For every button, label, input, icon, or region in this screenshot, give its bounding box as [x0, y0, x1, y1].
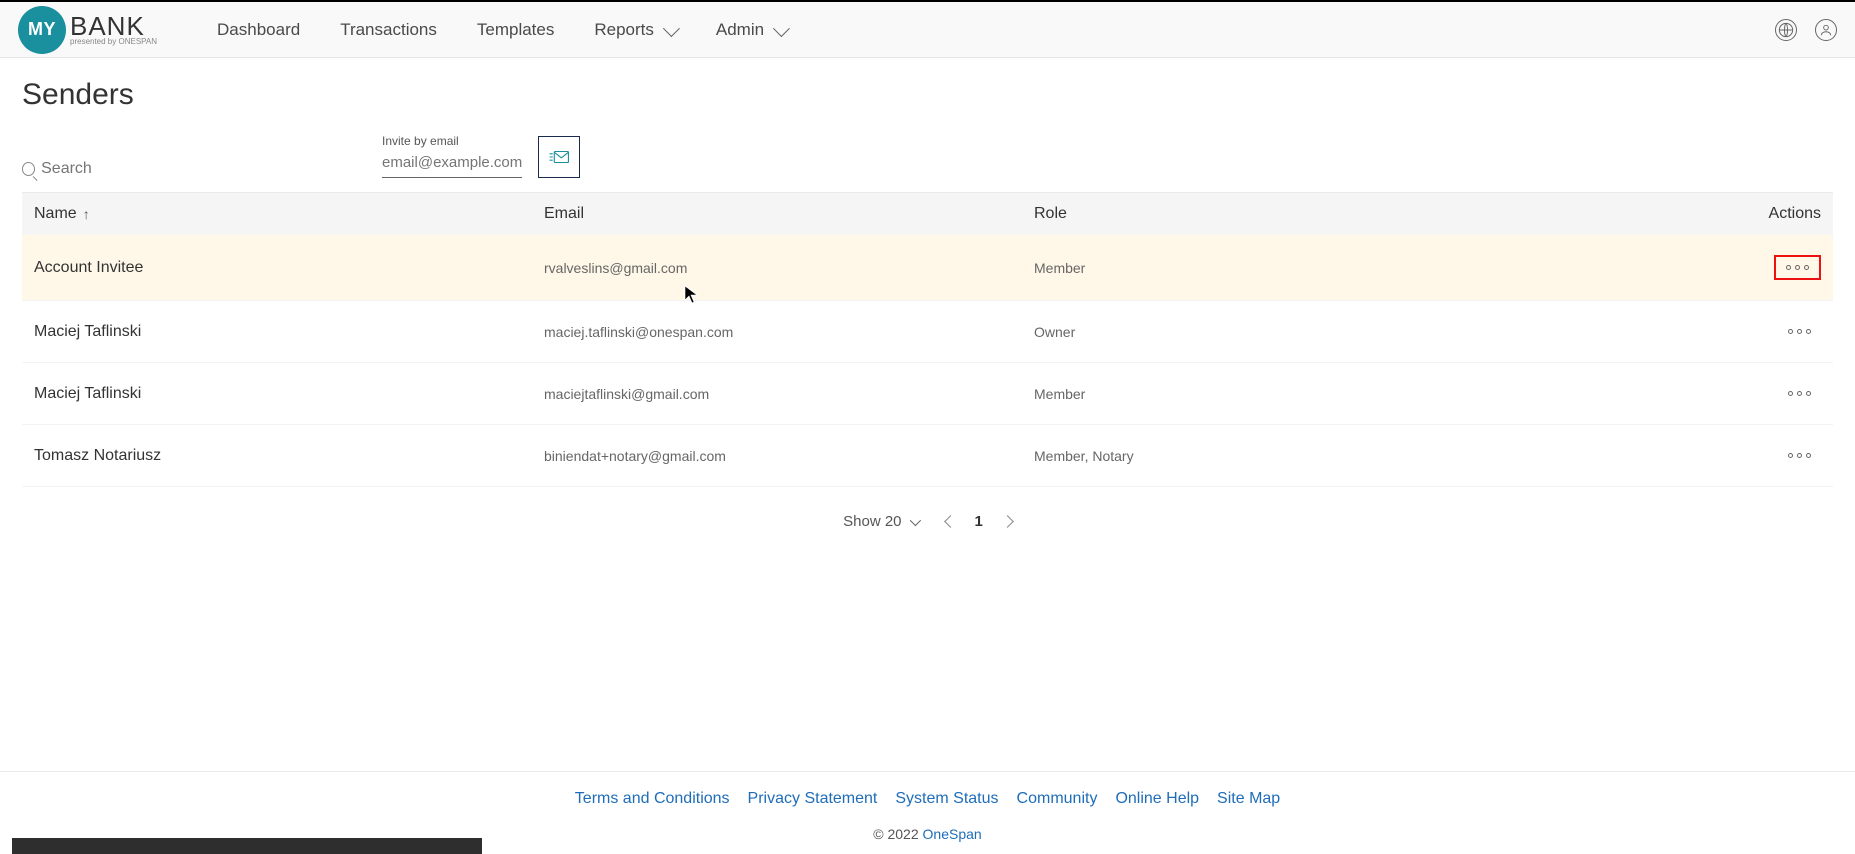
row-actions-button[interactable] [1778, 445, 1821, 466]
more-icon [1806, 391, 1811, 396]
footer-link-online-help[interactable]: Online Help [1115, 790, 1199, 808]
cell-name: Maciej Taflinski [34, 385, 544, 403]
cell-email: rvalveslins@gmail.com [544, 260, 1034, 276]
row-actions-button[interactable] [1778, 321, 1821, 342]
invite-email-input[interactable] [382, 150, 522, 178]
more-icon [1795, 265, 1800, 270]
footer-link-site-map[interactable]: Site Map [1217, 790, 1280, 808]
col-header-role[interactable]: Role [1034, 205, 1514, 223]
cell-actions [1514, 321, 1821, 342]
cell-role: Member [1034, 260, 1514, 276]
more-icon [1788, 329, 1793, 334]
nav-item-label: Transactions [340, 20, 437, 40]
invite-label: Invite by email [382, 134, 522, 148]
footer-link-system-status[interactable]: System Status [895, 790, 998, 808]
row-actions-button[interactable] [1778, 383, 1821, 404]
search-field[interactable] [22, 160, 282, 178]
toast-bar [12, 838, 482, 854]
chevron-down-icon [773, 20, 790, 37]
cell-name: Tomasz Notariusz [34, 447, 544, 465]
cell-actions [1514, 445, 1821, 466]
table-header-row: Name ↑ Email Role Actions [22, 193, 1833, 235]
page-next-button[interactable] [1001, 515, 1014, 528]
cell-email: biniendat+notary@gmail.com [544, 448, 1034, 464]
nav-item-label: Templates [477, 20, 554, 40]
footer-copy-prefix: © 2022 [873, 826, 922, 842]
table-row[interactable]: Account Inviteervalveslins@gmail.comMemb… [22, 235, 1833, 301]
main-nav: Dashboard Transactions Templates Reports Adm… [217, 20, 786, 40]
col-header-actions: Actions [1514, 205, 1821, 223]
cell-email: maciejtaflinski@gmail.com [544, 386, 1034, 402]
more-icon [1786, 265, 1791, 270]
chevron-down-icon [663, 20, 680, 37]
search-input[interactable] [41, 160, 282, 178]
footer-copy-brand: OneSpan [923, 826, 982, 842]
chevron-down-icon [909, 514, 920, 525]
brand-name: BANK [70, 13, 157, 39]
search-icon [22, 162, 35, 176]
nav-item-label: Admin [716, 20, 764, 40]
invite-send-button[interactable] [538, 136, 580, 178]
col-header-name-label: Name [34, 205, 77, 223]
table-row[interactable]: Maciej Taflinskimaciej.taflinski@onespan… [22, 301, 1833, 363]
page-size-selector[interactable]: Show 20 [843, 513, 917, 530]
brand-badge: MY [18, 6, 66, 54]
pagination: Show 20 1 [22, 513, 1833, 530]
page-current: 1 [975, 513, 983, 530]
brand-logo[interactable]: MY BANK presented by ONESPAN [18, 6, 157, 54]
row-actions-button[interactable] [1774, 255, 1821, 280]
more-icon [1788, 391, 1793, 396]
nav-item-reports[interactable]: Reports [594, 20, 676, 40]
nav-item-dashboard[interactable]: Dashboard [217, 20, 300, 40]
nav-item-admin[interactable]: Admin [716, 20, 786, 40]
cell-role: Owner [1034, 324, 1514, 340]
cell-email: maciej.taflinski@onespan.com [544, 324, 1034, 340]
topbar: MY BANK presented by ONESPAN Dashboard Tr… [0, 2, 1855, 58]
more-icon [1806, 329, 1811, 334]
page-title: Senders [22, 78, 1833, 112]
nav-item-transactions[interactable]: Transactions [340, 20, 437, 40]
user-icon[interactable] [1815, 19, 1837, 41]
more-icon [1788, 453, 1793, 458]
more-icon [1797, 329, 1802, 334]
cell-actions [1514, 255, 1821, 280]
table-row[interactable]: Maciej Taflinskimaciejtaflinski@gmail.co… [22, 363, 1833, 425]
footer-link-terms-and-conditions[interactable]: Terms and Conditions [575, 790, 730, 808]
more-icon [1806, 453, 1811, 458]
footer-link-privacy-statement[interactable]: Privacy Statement [748, 790, 878, 808]
nav-item-templates[interactable]: Templates [477, 20, 554, 40]
cell-actions [1514, 383, 1821, 404]
globe-icon[interactable] [1775, 19, 1797, 41]
more-icon [1797, 391, 1802, 396]
footer-links: Terms and Conditions Privacy Statement Sys… [0, 790, 1855, 808]
col-header-name[interactable]: Name ↑ [34, 205, 544, 223]
page-prev-button[interactable] [944, 515, 957, 528]
more-icon [1804, 265, 1809, 270]
cell-role: Member [1034, 386, 1514, 402]
col-header-email[interactable]: Email [544, 205, 1034, 223]
cell-role: Member, Notary [1034, 448, 1514, 464]
table-row[interactable]: Tomasz Notariuszbiniendat+notary@gmail.c… [22, 425, 1833, 487]
nav-item-label: Reports [594, 20, 654, 40]
brand-sub: presented by ONESPAN [70, 37, 157, 46]
cell-name: Account Invitee [34, 259, 544, 277]
page-size-label: Show 20 [843, 513, 901, 530]
senders-table: Name ↑ Email Role Actions Account Invite… [22, 192, 1833, 487]
cell-name: Maciej Taflinski [34, 323, 544, 341]
sort-asc-icon: ↑ [83, 206, 90, 222]
nav-item-label: Dashboard [217, 20, 300, 40]
more-icon [1797, 453, 1802, 458]
footer-link-community[interactable]: Community [1017, 790, 1098, 808]
